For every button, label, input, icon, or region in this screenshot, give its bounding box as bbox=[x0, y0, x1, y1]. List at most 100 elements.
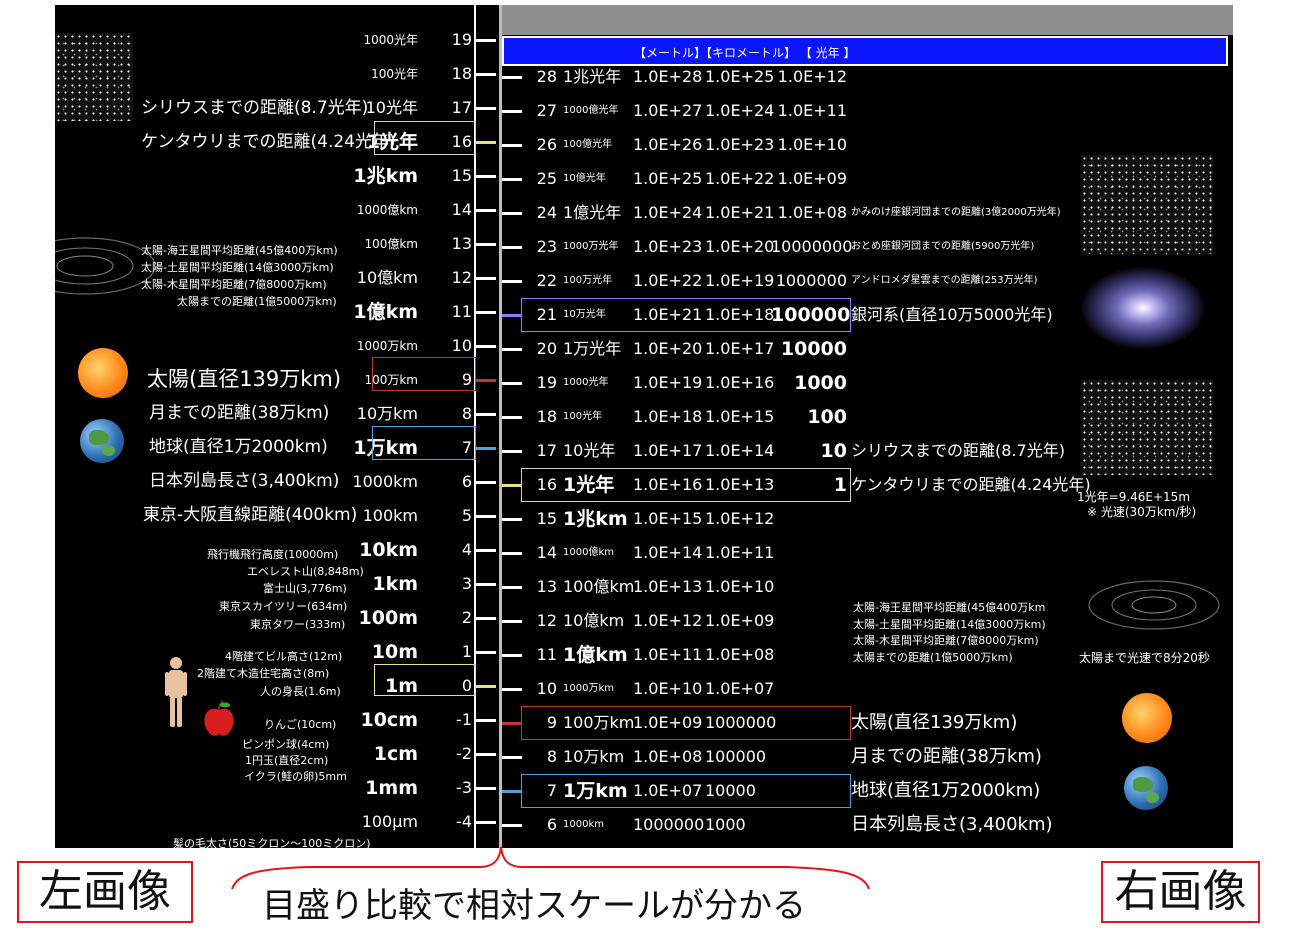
scale-index: 8 bbox=[546, 747, 557, 766]
right-note-6: 太陽まで光速で8分20秒 bbox=[1079, 651, 1210, 665]
scale-row: 14 1000億km 1.0E+14 1.0E+11 bbox=[499, 541, 1233, 565]
scale-kilometers: 1.0E+10 bbox=[705, 577, 775, 596]
ruler-label: 10億km bbox=[356, 268, 418, 287]
left-desc-14: 東京スカイツリー(634m) bbox=[219, 600, 348, 613]
scale-row: 8 10万km 1.0E+08 100000 月までの距離(38万km) bbox=[499, 745, 1233, 769]
earth-image-right bbox=[1124, 766, 1168, 810]
ruler-exponent: 13 bbox=[451, 234, 472, 253]
left-desc-21: 1円玉(直径2cm) bbox=[245, 754, 329, 767]
left-image-caption: 左画像 bbox=[17, 861, 193, 923]
scale-lightyears: 1.0E+10 bbox=[777, 135, 847, 154]
scale-kilometers: 1.0E+24 bbox=[705, 101, 775, 120]
ruler-tick bbox=[476, 651, 496, 654]
scale-tick bbox=[502, 76, 522, 79]
ruler-tick bbox=[476, 39, 496, 42]
highlight-1-million-km bbox=[372, 357, 476, 391]
ruler-exponent: 3 bbox=[461, 574, 472, 593]
scale-meters: 1.0E+20 bbox=[633, 339, 703, 358]
left-desc-2: 太陽-海王星間平均距離(45億400万km) bbox=[141, 244, 338, 257]
ruler-label: 10光年 bbox=[365, 98, 418, 117]
ruler-label: 10km bbox=[359, 539, 418, 561]
scale-meters: 1.0E+26 bbox=[633, 135, 703, 154]
ruler-tick bbox=[476, 481, 496, 484]
ruler-exponent: -1 bbox=[456, 710, 472, 729]
ruler-exponent: 8 bbox=[461, 404, 472, 423]
ruler-row: 1000億km 14 bbox=[55, 200, 499, 220]
scale-description: 月までの距離(38万km) bbox=[851, 746, 1042, 767]
ruler-exponent: 4 bbox=[461, 540, 472, 559]
human-figure-icon bbox=[165, 657, 187, 727]
ruler-exponent: -3 bbox=[456, 778, 472, 797]
sun-image bbox=[78, 348, 128, 398]
scale-meters: 1.0E+24 bbox=[633, 203, 703, 222]
scale-unit: 100万光年 bbox=[563, 275, 613, 286]
scale-kilometers: 1.0E+25 bbox=[705, 67, 775, 86]
highlight-10000-km bbox=[372, 426, 476, 460]
scale-description: 銀河系(直径10万5000光年) bbox=[851, 305, 1053, 324]
highlight-1-million-km-right bbox=[521, 706, 851, 740]
ruler-exponent: 10 bbox=[451, 336, 472, 355]
scale-lightyears: 1.0E+08 bbox=[777, 203, 847, 222]
andromeda-galaxy-image bbox=[1081, 267, 1205, 349]
scale-tick bbox=[502, 552, 522, 555]
scale-unit: 1億光年 bbox=[563, 203, 622, 222]
ruler-exponent: 2 bbox=[461, 608, 472, 627]
ruler-label: 1億km bbox=[353, 301, 418, 323]
scale-unit: 1兆km bbox=[563, 508, 628, 530]
left-desc-13: 富士山(3,776m) bbox=[263, 582, 347, 595]
ruler-label: 100m bbox=[358, 607, 418, 629]
earth-image bbox=[80, 419, 124, 463]
right-scale-panel: 【メートル】【キロメートル】 【 光年 】 28 1兆光年 1.0E+28 1.0E+… bbox=[499, 5, 1233, 848]
scale-meters: 1.0E+10 bbox=[633, 679, 703, 698]
scale-tick bbox=[502, 110, 522, 113]
scale-index: 20 bbox=[536, 339, 557, 358]
scale-lightyears: 100 bbox=[807, 406, 847, 428]
scale-description: 日本列島長さ(3,400km) bbox=[851, 814, 1053, 835]
ruler-tick bbox=[476, 209, 496, 212]
ruler-exponent: 19 bbox=[451, 30, 472, 49]
scale-index: 24 bbox=[536, 203, 557, 222]
scale-row: 26 100億光年 1.0E+26 1.0E+23 1.0E+10 bbox=[499, 133, 1233, 157]
scale-lightyears: 10000000 bbox=[771, 237, 853, 256]
ruler-tick bbox=[476, 583, 496, 586]
left-desc-1: ケンタウリまでの距離(4.24光年) bbox=[141, 132, 396, 152]
scale-meters: 1.0E+19 bbox=[633, 373, 703, 392]
scale-tick bbox=[502, 416, 522, 419]
ruler-tick bbox=[476, 413, 496, 416]
ruler-tick bbox=[476, 311, 496, 314]
scale-description: ケンタウリまでの距離(4.24光年) bbox=[851, 475, 1091, 494]
scale-index: 17 bbox=[536, 441, 557, 460]
scale-lightyears: 1.0E+11 bbox=[777, 101, 847, 120]
scale-kilometers: 1.0E+08 bbox=[705, 645, 775, 664]
scale-meters: 1000000 bbox=[633, 815, 705, 834]
ruler-label: 100億km bbox=[364, 237, 418, 251]
right-image-caption: 右画像 bbox=[1101, 861, 1260, 923]
scale-kilometers: 1.0E+15 bbox=[705, 407, 775, 426]
ruler-label: 1000億km bbox=[356, 203, 418, 217]
right-note-5: 太陽までの距離(1億5000万km) bbox=[853, 651, 1013, 664]
scale-tick bbox=[502, 722, 522, 725]
ruler-label: 1兆km bbox=[353, 165, 418, 187]
scale-meters: 1.0E+11 bbox=[633, 645, 703, 664]
left-desc-7: 月までの距離(38万km) bbox=[149, 403, 330, 423]
scale-lightyears: 10 bbox=[820, 440, 847, 462]
scale-index: 27 bbox=[536, 101, 557, 120]
right-note-4: 太陽-木星間平均距離(7億8000万km) bbox=[853, 634, 1039, 647]
ruler-exponent: 17 bbox=[451, 98, 472, 117]
scale-kilometers: 1.0E+12 bbox=[705, 509, 775, 528]
scale-meters: 1.0E+17 bbox=[633, 441, 703, 460]
scale-index: 26 bbox=[536, 135, 557, 154]
scale-meters: 1.0E+15 bbox=[633, 509, 703, 528]
column-header-text: 【メートル】【キロメートル】 【 光年 】 bbox=[634, 46, 856, 60]
left-desc-22: イクラ(鮭の卵)5mm bbox=[244, 770, 347, 783]
ruler-tick bbox=[476, 685, 496, 688]
scale-index: 19 bbox=[536, 373, 557, 392]
scale-unit: 10万km bbox=[563, 747, 625, 766]
galaxy-cluster-image bbox=[1081, 155, 1213, 255]
scale-description: 地球(直径1万2000km) bbox=[851, 780, 1041, 801]
left-desc-0: シリウスまでの距離(8.7光年) bbox=[141, 98, 369, 118]
scale-tick bbox=[502, 450, 522, 453]
ruler-tick bbox=[476, 243, 496, 246]
ruler-exponent: 5 bbox=[461, 506, 472, 525]
scale-kilometers: 1.0E+11 bbox=[705, 543, 775, 562]
